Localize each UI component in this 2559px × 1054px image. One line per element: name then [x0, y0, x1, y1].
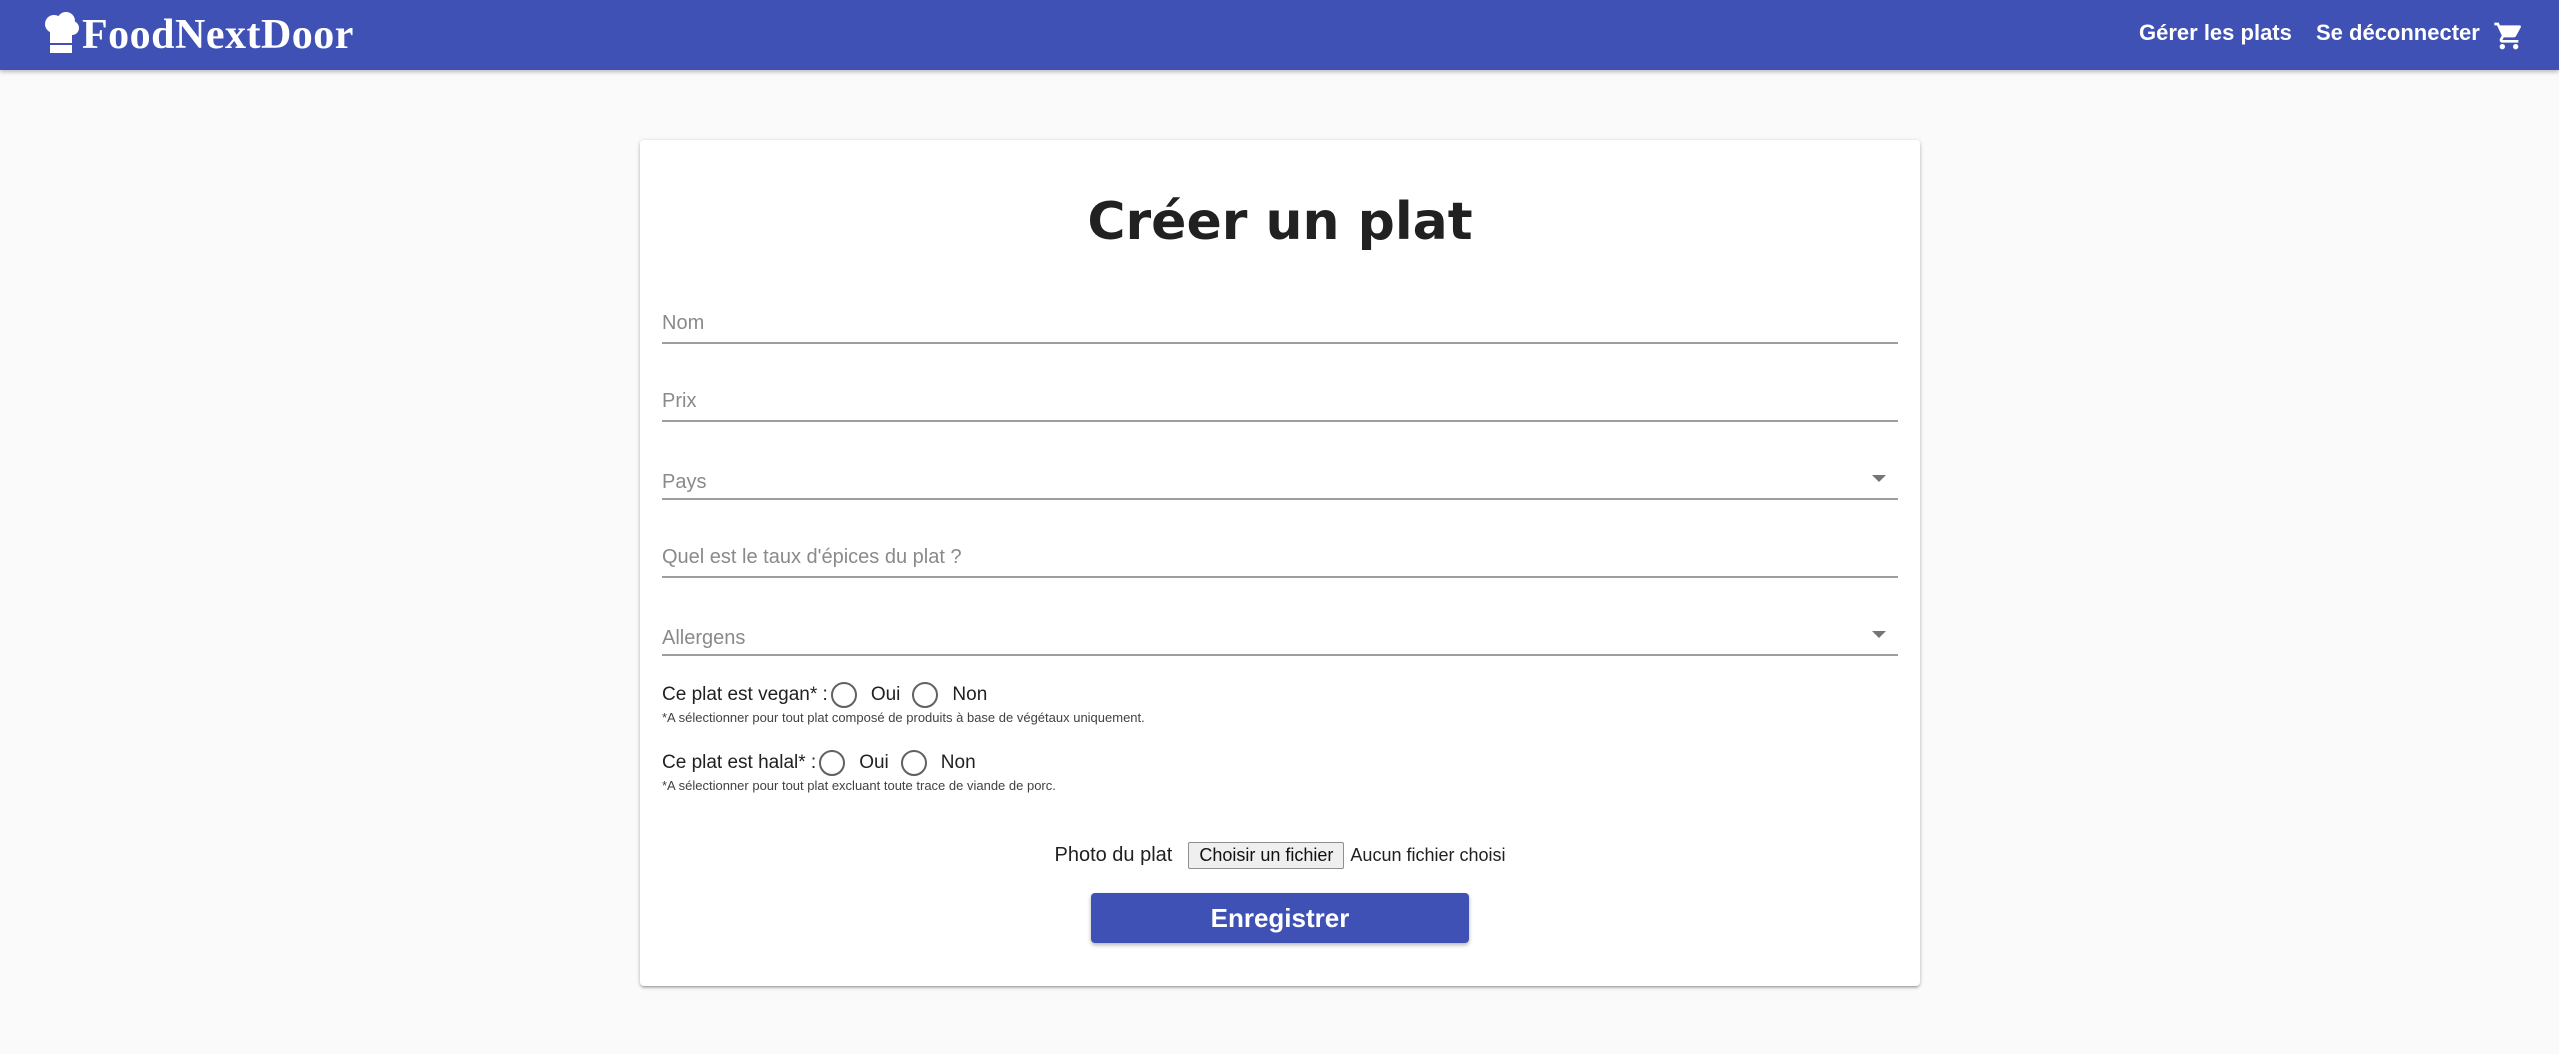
halal-yes-label[interactable]: Oui [859, 752, 889, 774]
page-title: Créer un plat [1087, 192, 1473, 252]
country-select[interactable]: Pays [662, 454, 1898, 500]
name-field[interactable] [662, 298, 1898, 344]
name-input[interactable] [662, 308, 1898, 338]
halal-radio-group: Ce plat est halal* : Oui Non [662, 748, 988, 778]
photo-upload-row: Photo du plat Choisir un fichier Aucun f… [640, 840, 1920, 870]
brand-link[interactable]: FoodNextDoor [42, 11, 354, 60]
nav-logout[interactable]: Se déconnecter [2316, 20, 2480, 46]
shopping-cart-icon[interactable] [2492, 20, 2526, 52]
brand-name: FoodNextDoor [82, 12, 354, 58]
vegan-question: Ce plat est vegan* : [662, 684, 828, 705]
halal-no-radio[interactable] [900, 750, 927, 776]
allergens-select[interactable]: Allergens [662, 610, 1898, 656]
allergens-select-label: Allergens [662, 627, 746, 649]
price-field[interactable] [662, 376, 1898, 422]
price-input[interactable] [662, 386, 1898, 416]
chef-hat-icon [42, 11, 82, 60]
top-navbar: FoodNextDoor Gérer les plats Se déconnec… [0, 0, 2559, 70]
choose-file-button[interactable]: Choisir un fichier [1188, 841, 1345, 869]
halal-question: Ce plat est halal* : [662, 752, 817, 773]
file-status: Aucun fichier choisi [1350, 844, 1506, 865]
save-button[interactable]: Enregistrer [1091, 893, 1469, 943]
create-dish-card: Créer un plat Pays Allergens Ce plat est… [640, 140, 1920, 986]
vegan-yes-radio[interactable] [830, 682, 857, 708]
spice-level-field[interactable] [662, 532, 1898, 578]
vegan-yes-label[interactable]: Oui [871, 684, 901, 706]
vegan-hint: *A sélectionner pour tout plat composé d… [662, 710, 1145, 725]
dropdown-arrow-icon [1872, 475, 1886, 482]
nav-manage-dishes[interactable]: Gérer les plats [2139, 20, 2292, 46]
vegan-no-label[interactable]: Non [952, 684, 987, 706]
dropdown-arrow-icon [1872, 631, 1886, 638]
spice-level-input[interactable] [662, 542, 1898, 572]
halal-hint: *A sélectionner pour tout plat excluant … [662, 778, 1056, 793]
photo-label: Photo du plat [1054, 843, 1173, 866]
vegan-no-radio[interactable] [912, 682, 939, 708]
vegan-radio-group: Ce plat est vegan* : Oui Non [662, 680, 999, 710]
halal-yes-radio[interactable] [819, 750, 846, 776]
halal-no-label[interactable]: Non [941, 752, 976, 774]
country-select-label: Pays [662, 471, 707, 493]
